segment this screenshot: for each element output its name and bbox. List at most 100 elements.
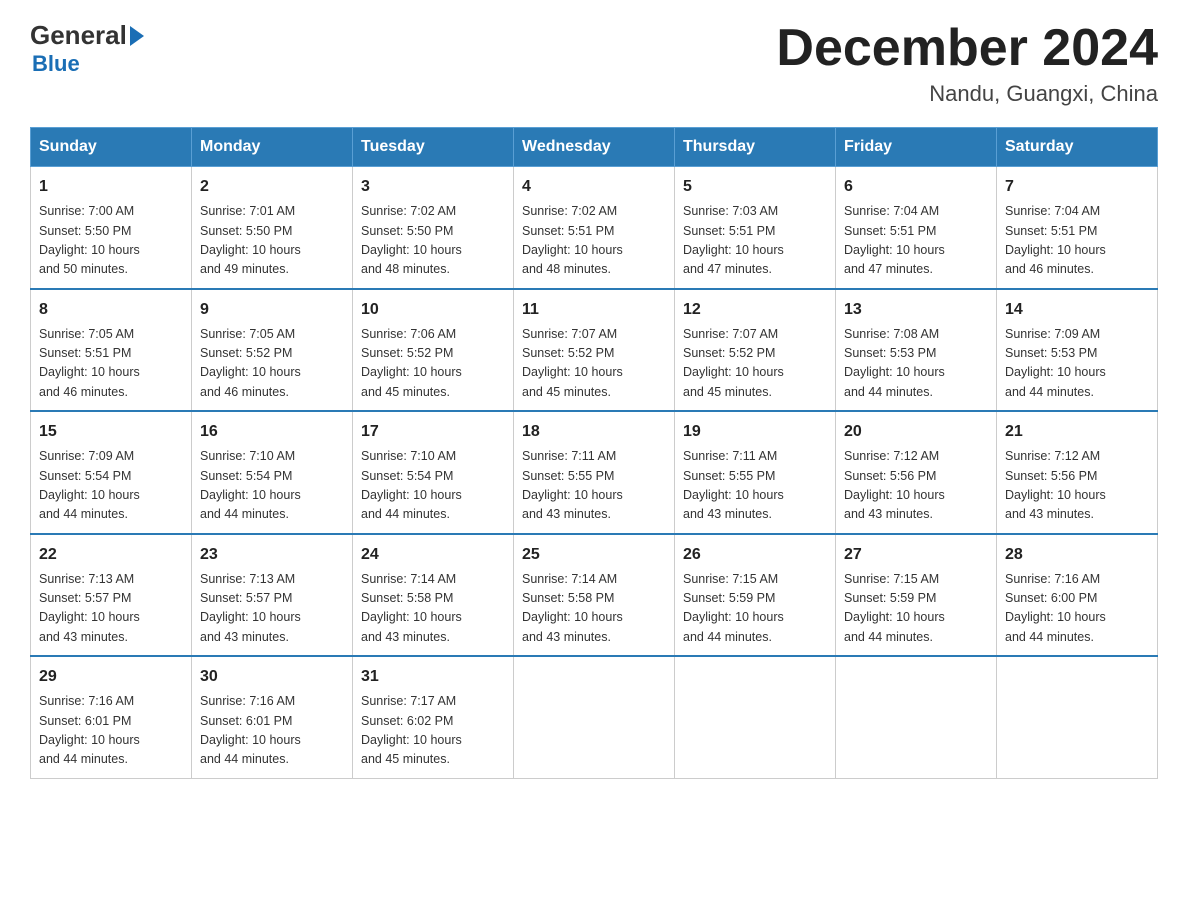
day-number: 27 — [844, 543, 988, 567]
calendar-header: Sunday Monday Tuesday Wednesday Thursday… — [31, 128, 1158, 167]
day-number: 14 — [1005, 298, 1149, 322]
day-info: Sunrise: 7:14 AM Sunset: 5:58 PM Dayligh… — [522, 570, 666, 648]
table-row — [997, 656, 1158, 778]
col-monday: Monday — [192, 128, 353, 167]
day-info: Sunrise: 7:02 AM Sunset: 5:51 PM Dayligh… — [522, 202, 666, 280]
day-number: 7 — [1005, 175, 1149, 199]
day-number: 3 — [361, 175, 505, 199]
table-row: 29 Sunrise: 7:16 AM Sunset: 6:01 PM Dayl… — [31, 656, 192, 778]
calendar-body: 1 Sunrise: 7:00 AM Sunset: 5:50 PM Dayli… — [31, 167, 1158, 779]
title-block: December 2024 Nandu, Guangxi, China — [776, 20, 1158, 107]
logo-triangle-icon — [130, 26, 144, 46]
calendar-row: 8 Sunrise: 7:05 AM Sunset: 5:51 PM Dayli… — [31, 289, 1158, 412]
table-row — [675, 656, 836, 778]
day-number: 19 — [683, 420, 827, 444]
logo-blue-text: Blue — [32, 51, 80, 77]
table-row: 2 Sunrise: 7:01 AM Sunset: 5:50 PM Dayli… — [192, 167, 353, 289]
header-row: Sunday Monday Tuesday Wednesday Thursday… — [31, 128, 1158, 167]
table-row: 4 Sunrise: 7:02 AM Sunset: 5:51 PM Dayli… — [514, 167, 675, 289]
header: General Blue December 2024 Nandu, Guangx… — [30, 20, 1158, 107]
day-info: Sunrise: 7:17 AM Sunset: 6:02 PM Dayligh… — [361, 692, 505, 770]
col-wednesday: Wednesday — [514, 128, 675, 167]
day-info: Sunrise: 7:04 AM Sunset: 5:51 PM Dayligh… — [844, 202, 988, 280]
table-row: 17 Sunrise: 7:10 AM Sunset: 5:54 PM Dayl… — [353, 411, 514, 534]
table-row — [514, 656, 675, 778]
day-info: Sunrise: 7:10 AM Sunset: 5:54 PM Dayligh… — [200, 447, 344, 525]
page: General Blue December 2024 Nandu, Guangx… — [0, 0, 1188, 809]
day-number: 6 — [844, 175, 988, 199]
day-info: Sunrise: 7:09 AM Sunset: 5:53 PM Dayligh… — [1005, 325, 1149, 403]
day-number: 8 — [39, 298, 183, 322]
table-row: 27 Sunrise: 7:15 AM Sunset: 5:59 PM Dayl… — [836, 534, 997, 657]
table-row: 22 Sunrise: 7:13 AM Sunset: 5:57 PM Dayl… — [31, 534, 192, 657]
table-row: 31 Sunrise: 7:17 AM Sunset: 6:02 PM Dayl… — [353, 656, 514, 778]
table-row: 11 Sunrise: 7:07 AM Sunset: 5:52 PM Dayl… — [514, 289, 675, 412]
day-info: Sunrise: 7:16 AM Sunset: 6:00 PM Dayligh… — [1005, 570, 1149, 648]
calendar-row: 15 Sunrise: 7:09 AM Sunset: 5:54 PM Dayl… — [31, 411, 1158, 534]
day-number: 30 — [200, 665, 344, 689]
day-info: Sunrise: 7:16 AM Sunset: 6:01 PM Dayligh… — [39, 692, 183, 770]
table-row: 8 Sunrise: 7:05 AM Sunset: 5:51 PM Dayli… — [31, 289, 192, 412]
table-row: 24 Sunrise: 7:14 AM Sunset: 5:58 PM Dayl… — [353, 534, 514, 657]
table-row: 30 Sunrise: 7:16 AM Sunset: 6:01 PM Dayl… — [192, 656, 353, 778]
table-row: 10 Sunrise: 7:06 AM Sunset: 5:52 PM Dayl… — [353, 289, 514, 412]
table-row: 20 Sunrise: 7:12 AM Sunset: 5:56 PM Dayl… — [836, 411, 997, 534]
day-info: Sunrise: 7:14 AM Sunset: 5:58 PM Dayligh… — [361, 570, 505, 648]
day-info: Sunrise: 7:11 AM Sunset: 5:55 PM Dayligh… — [522, 447, 666, 525]
day-number: 9 — [200, 298, 344, 322]
table-row: 3 Sunrise: 7:02 AM Sunset: 5:50 PM Dayli… — [353, 167, 514, 289]
day-info: Sunrise: 7:07 AM Sunset: 5:52 PM Dayligh… — [683, 325, 827, 403]
table-row: 25 Sunrise: 7:14 AM Sunset: 5:58 PM Dayl… — [514, 534, 675, 657]
day-info: Sunrise: 7:13 AM Sunset: 5:57 PM Dayligh… — [200, 570, 344, 648]
calendar-row: 1 Sunrise: 7:00 AM Sunset: 5:50 PM Dayli… — [31, 167, 1158, 289]
day-number: 12 — [683, 298, 827, 322]
calendar-row: 22 Sunrise: 7:13 AM Sunset: 5:57 PM Dayl… — [31, 534, 1158, 657]
day-info: Sunrise: 7:04 AM Sunset: 5:51 PM Dayligh… — [1005, 202, 1149, 280]
day-number: 31 — [361, 665, 505, 689]
table-row: 15 Sunrise: 7:09 AM Sunset: 5:54 PM Dayl… — [31, 411, 192, 534]
day-info: Sunrise: 7:05 AM Sunset: 5:52 PM Dayligh… — [200, 325, 344, 403]
day-info: Sunrise: 7:05 AM Sunset: 5:51 PM Dayligh… — [39, 325, 183, 403]
table-row: 19 Sunrise: 7:11 AM Sunset: 5:55 PM Dayl… — [675, 411, 836, 534]
table-row: 1 Sunrise: 7:00 AM Sunset: 5:50 PM Dayli… — [31, 167, 192, 289]
day-number: 20 — [844, 420, 988, 444]
day-info: Sunrise: 7:09 AM Sunset: 5:54 PM Dayligh… — [39, 447, 183, 525]
day-number: 28 — [1005, 543, 1149, 567]
col-sunday: Sunday — [31, 128, 192, 167]
day-info: Sunrise: 7:06 AM Sunset: 5:52 PM Dayligh… — [361, 325, 505, 403]
day-number: 15 — [39, 420, 183, 444]
table-row: 7 Sunrise: 7:04 AM Sunset: 5:51 PM Dayli… — [997, 167, 1158, 289]
table-row: 9 Sunrise: 7:05 AM Sunset: 5:52 PM Dayli… — [192, 289, 353, 412]
main-title: December 2024 — [776, 20, 1158, 77]
table-row: 12 Sunrise: 7:07 AM Sunset: 5:52 PM Dayl… — [675, 289, 836, 412]
day-info: Sunrise: 7:11 AM Sunset: 5:55 PM Dayligh… — [683, 447, 827, 525]
day-number: 26 — [683, 543, 827, 567]
calendar-row: 29 Sunrise: 7:16 AM Sunset: 6:01 PM Dayl… — [31, 656, 1158, 778]
day-info: Sunrise: 7:08 AM Sunset: 5:53 PM Dayligh… — [844, 325, 988, 403]
day-info: Sunrise: 7:02 AM Sunset: 5:50 PM Dayligh… — [361, 202, 505, 280]
table-row: 28 Sunrise: 7:16 AM Sunset: 6:00 PM Dayl… — [997, 534, 1158, 657]
day-number: 23 — [200, 543, 344, 567]
day-info: Sunrise: 7:10 AM Sunset: 5:54 PM Dayligh… — [361, 447, 505, 525]
day-number: 25 — [522, 543, 666, 567]
day-number: 2 — [200, 175, 344, 199]
table-row: 18 Sunrise: 7:11 AM Sunset: 5:55 PM Dayl… — [514, 411, 675, 534]
day-number: 10 — [361, 298, 505, 322]
day-number: 29 — [39, 665, 183, 689]
day-number: 13 — [844, 298, 988, 322]
day-number: 24 — [361, 543, 505, 567]
calendar-table: Sunday Monday Tuesday Wednesday Thursday… — [30, 127, 1158, 779]
day-number: 21 — [1005, 420, 1149, 444]
table-row: 16 Sunrise: 7:10 AM Sunset: 5:54 PM Dayl… — [192, 411, 353, 534]
col-tuesday: Tuesday — [353, 128, 514, 167]
day-number: 17 — [361, 420, 505, 444]
day-info: Sunrise: 7:12 AM Sunset: 5:56 PM Dayligh… — [844, 447, 988, 525]
table-row: 6 Sunrise: 7:04 AM Sunset: 5:51 PM Dayli… — [836, 167, 997, 289]
subtitle: Nandu, Guangxi, China — [776, 81, 1158, 107]
day-info: Sunrise: 7:16 AM Sunset: 6:01 PM Dayligh… — [200, 692, 344, 770]
table-row: 21 Sunrise: 7:12 AM Sunset: 5:56 PM Dayl… — [997, 411, 1158, 534]
day-number: 11 — [522, 298, 666, 322]
table-row: 26 Sunrise: 7:15 AM Sunset: 5:59 PM Dayl… — [675, 534, 836, 657]
logo-general-text: General — [30, 20, 127, 51]
table-row — [836, 656, 997, 778]
